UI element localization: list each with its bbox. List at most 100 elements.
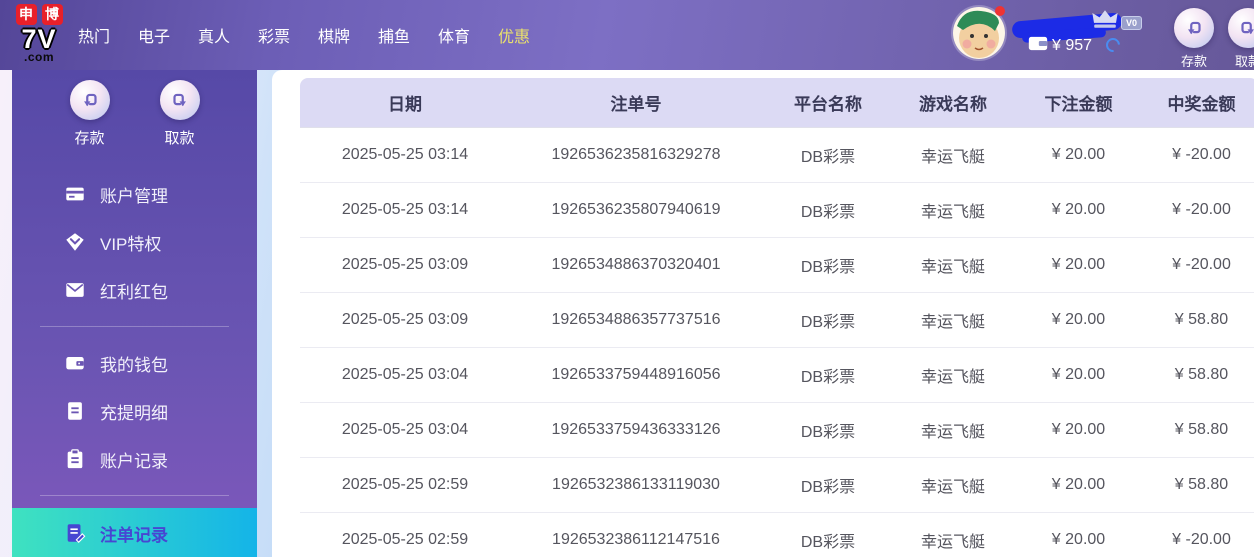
table-cell: DB彩票: [800, 534, 856, 551]
table-header: 日期 注单号 平台名称 游戏名称 下注金额 中奖金额: [300, 78, 1254, 128]
brand-seals: 申 博: [10, 4, 68, 25]
table-cell: ¥ 20.00: [1051, 531, 1106, 548]
nav-item[interactable]: 彩票: [258, 23, 290, 47]
brand-logo[interactable]: 申 博 7V .com: [10, 4, 68, 63]
table-cell: ¥ -20.00: [1172, 146, 1231, 163]
menu-divider: [40, 326, 229, 327]
table-cell: 2025-05-25 03:14: [341, 201, 469, 218]
notification-dot: [995, 6, 1005, 16]
wallet-icon: [64, 352, 86, 374]
table-cell: 2025-05-25 02:59: [341, 476, 469, 493]
menu-divider: [40, 495, 229, 496]
table-row: 2025-05-25 03:14 1926536235816329278 DB彩票 幸…: [300, 128, 1254, 183]
table-cell: ¥ 20.00: [1051, 366, 1106, 383]
nav-item[interactable]: 优惠: [498, 23, 530, 47]
table-cell: 幸运飞艇: [920, 204, 985, 221]
sidebar-item-label: 注单记录: [100, 525, 168, 545]
table-cell: DB彩票: [800, 259, 856, 276]
clipboard-icon: [64, 448, 86, 470]
table-cell: ¥ 58.80: [1174, 366, 1229, 383]
table-cell: 2025-05-25 02:59: [341, 531, 469, 548]
sidebar-item[interactable]: 充提明细: [12, 387, 257, 435]
table-cell: 幸运飞艇: [920, 424, 985, 441]
column-header: 注单号: [610, 95, 662, 114]
main-nav: 热门 电子 真人 彩票 棋牌 捕鱼 体育 优惠: [78, 0, 530, 70]
detail-icon: [64, 400, 86, 422]
sidebar-item-label: 我的钱包: [100, 355, 168, 375]
sidebar-item-label: VIP特权: [100, 234, 162, 254]
table-cell: 幸运飞艇: [920, 369, 985, 386]
quick-action-label: 取款: [164, 130, 195, 147]
header-deposit-label: 存款: [1180, 54, 1207, 69]
table-cell: DB彩票: [800, 149, 856, 166]
sidebar-deposit-button[interactable]: 存款: [58, 80, 122, 148]
nav-item[interactable]: 体育: [438, 23, 470, 47]
page: 申 博 7V .com 热门 电子 真人 彩票 棋牌 捕鱼 体育 优惠 V0 ¥…: [0, 0, 1254, 557]
brand-logo-suffix: .com: [23, 50, 54, 64]
vip-level-badge: V0: [1121, 16, 1143, 30]
table-cell: 1926534886370320401: [551, 256, 721, 273]
brand-logo-text: 7V: [21, 24, 57, 54]
header-withdraw-button[interactable]: 取款: [1216, 8, 1254, 70]
table-cell: ¥ 20.00: [1051, 201, 1106, 218]
column-header: 中奖金额: [1167, 95, 1236, 114]
table-cell: 2025-05-25 03:04: [341, 421, 469, 438]
sidebar-item-label: 充提明细: [100, 403, 168, 423]
sidebar-withdraw-button[interactable]: 取款: [148, 80, 212, 148]
bet-records-table: 日期 注单号 平台名称 游戏名称 下注金额 中奖金额 2025-05-25 03:14 19…: [300, 78, 1254, 557]
order-icon: [64, 522, 86, 544]
nav-item[interactable]: 电子: [138, 23, 170, 47]
table-row: 2025-05-25 02:59 1926532386133119030 DB彩票 幸…: [300, 458, 1254, 513]
table-cell: 2025-05-25 03:04: [341, 366, 469, 383]
table-cell: DB彩票: [800, 424, 856, 441]
table-cell: ¥ 20.00: [1051, 421, 1106, 438]
nav-item[interactable]: 热门: [78, 23, 110, 47]
table-cell: 2025-05-25 03:09: [341, 256, 469, 273]
table-cell: 1926532386133119030: [552, 476, 720, 493]
table-row: 2025-05-25 03:09 1926534886357737516 DB彩票 幸…: [300, 293, 1254, 348]
table-cell: 1926536235807940619: [551, 201, 721, 218]
table-cell: ¥ 20.00: [1051, 146, 1106, 163]
table-cell: 1926536235816329278: [551, 146, 721, 163]
sidebar-item[interactable]: 红利红包: [12, 266, 257, 314]
table-cell: ¥ -20.00: [1172, 531, 1231, 548]
vip-icon: [64, 231, 86, 253]
transfer-out-icon: [1228, 8, 1254, 48]
table-cell: 幸运飞艇: [920, 149, 985, 166]
table-cell: 1926533759448916056: [551, 366, 721, 383]
brand-seal-left: 申: [15, 4, 37, 25]
sidebar-item[interactable]: 账户管理: [12, 170, 257, 218]
sidebar-menu: 账户管理 VIP特权红利红包我的钱包充提明细账户记录注单记录: [12, 170, 257, 557]
table-cell: 2025-05-25 03:14: [341, 146, 469, 163]
sidebar-item[interactable]: 我的钱包: [12, 339, 257, 387]
table-cell: 1926533759436333126: [551, 421, 721, 438]
column-header: 游戏名称: [919, 95, 987, 114]
table-cell: DB彩票: [800, 369, 856, 386]
table-cell: 2025-05-25 03:09: [341, 311, 469, 328]
envelope-icon: [64, 279, 86, 301]
column-header: 下注金额: [1044, 95, 1113, 114]
table-cell: ¥ 20.00: [1051, 311, 1106, 328]
table-row: 2025-05-25 03:14 1926536235807940619 DB彩票 幸…: [300, 183, 1254, 238]
refresh-balance-icon[interactable]: [1103, 35, 1123, 55]
nav-item[interactable]: 捕鱼: [378, 23, 410, 47]
table-cell: ¥ -20.00: [1172, 201, 1231, 218]
card-icon: [64, 183, 86, 205]
nav-item[interactable]: 真人: [198, 23, 230, 47]
table-cell: 幸运飞艇: [920, 479, 985, 496]
sidebar-item-label: 红利红包: [100, 282, 168, 302]
sidebar-item[interactable]: VIP特权: [12, 218, 257, 266]
main-content: 日期 注单号 平台名称 游戏名称 下注金额 中奖金额 2025-05-25 03:14 19…: [272, 70, 1254, 557]
sidebar-item-label: 账户管理: [100, 186, 168, 206]
table-cell: 1926534886357737516: [551, 311, 721, 328]
column-header: 平台名称: [794, 95, 862, 114]
sidebar-item[interactable]: 账户记录: [12, 435, 257, 483]
sidebar-item[interactable]: 注单记录: [12, 508, 257, 557]
table-cell: ¥ 58.80: [1174, 421, 1229, 438]
sidebar-quick-actions: 存款 取款: [12, 70, 257, 148]
table-cell: ¥ -20.00: [1172, 256, 1231, 273]
nav-item[interactable]: 棋牌: [318, 23, 350, 47]
column-header: 日期: [388, 95, 422, 114]
top-header: 申 博 7V .com 热门 电子 真人 彩票 棋牌 捕鱼 体育 优惠 V0 ¥…: [0, 0, 1254, 70]
sidebar-item-label: 账户记录: [100, 451, 168, 471]
